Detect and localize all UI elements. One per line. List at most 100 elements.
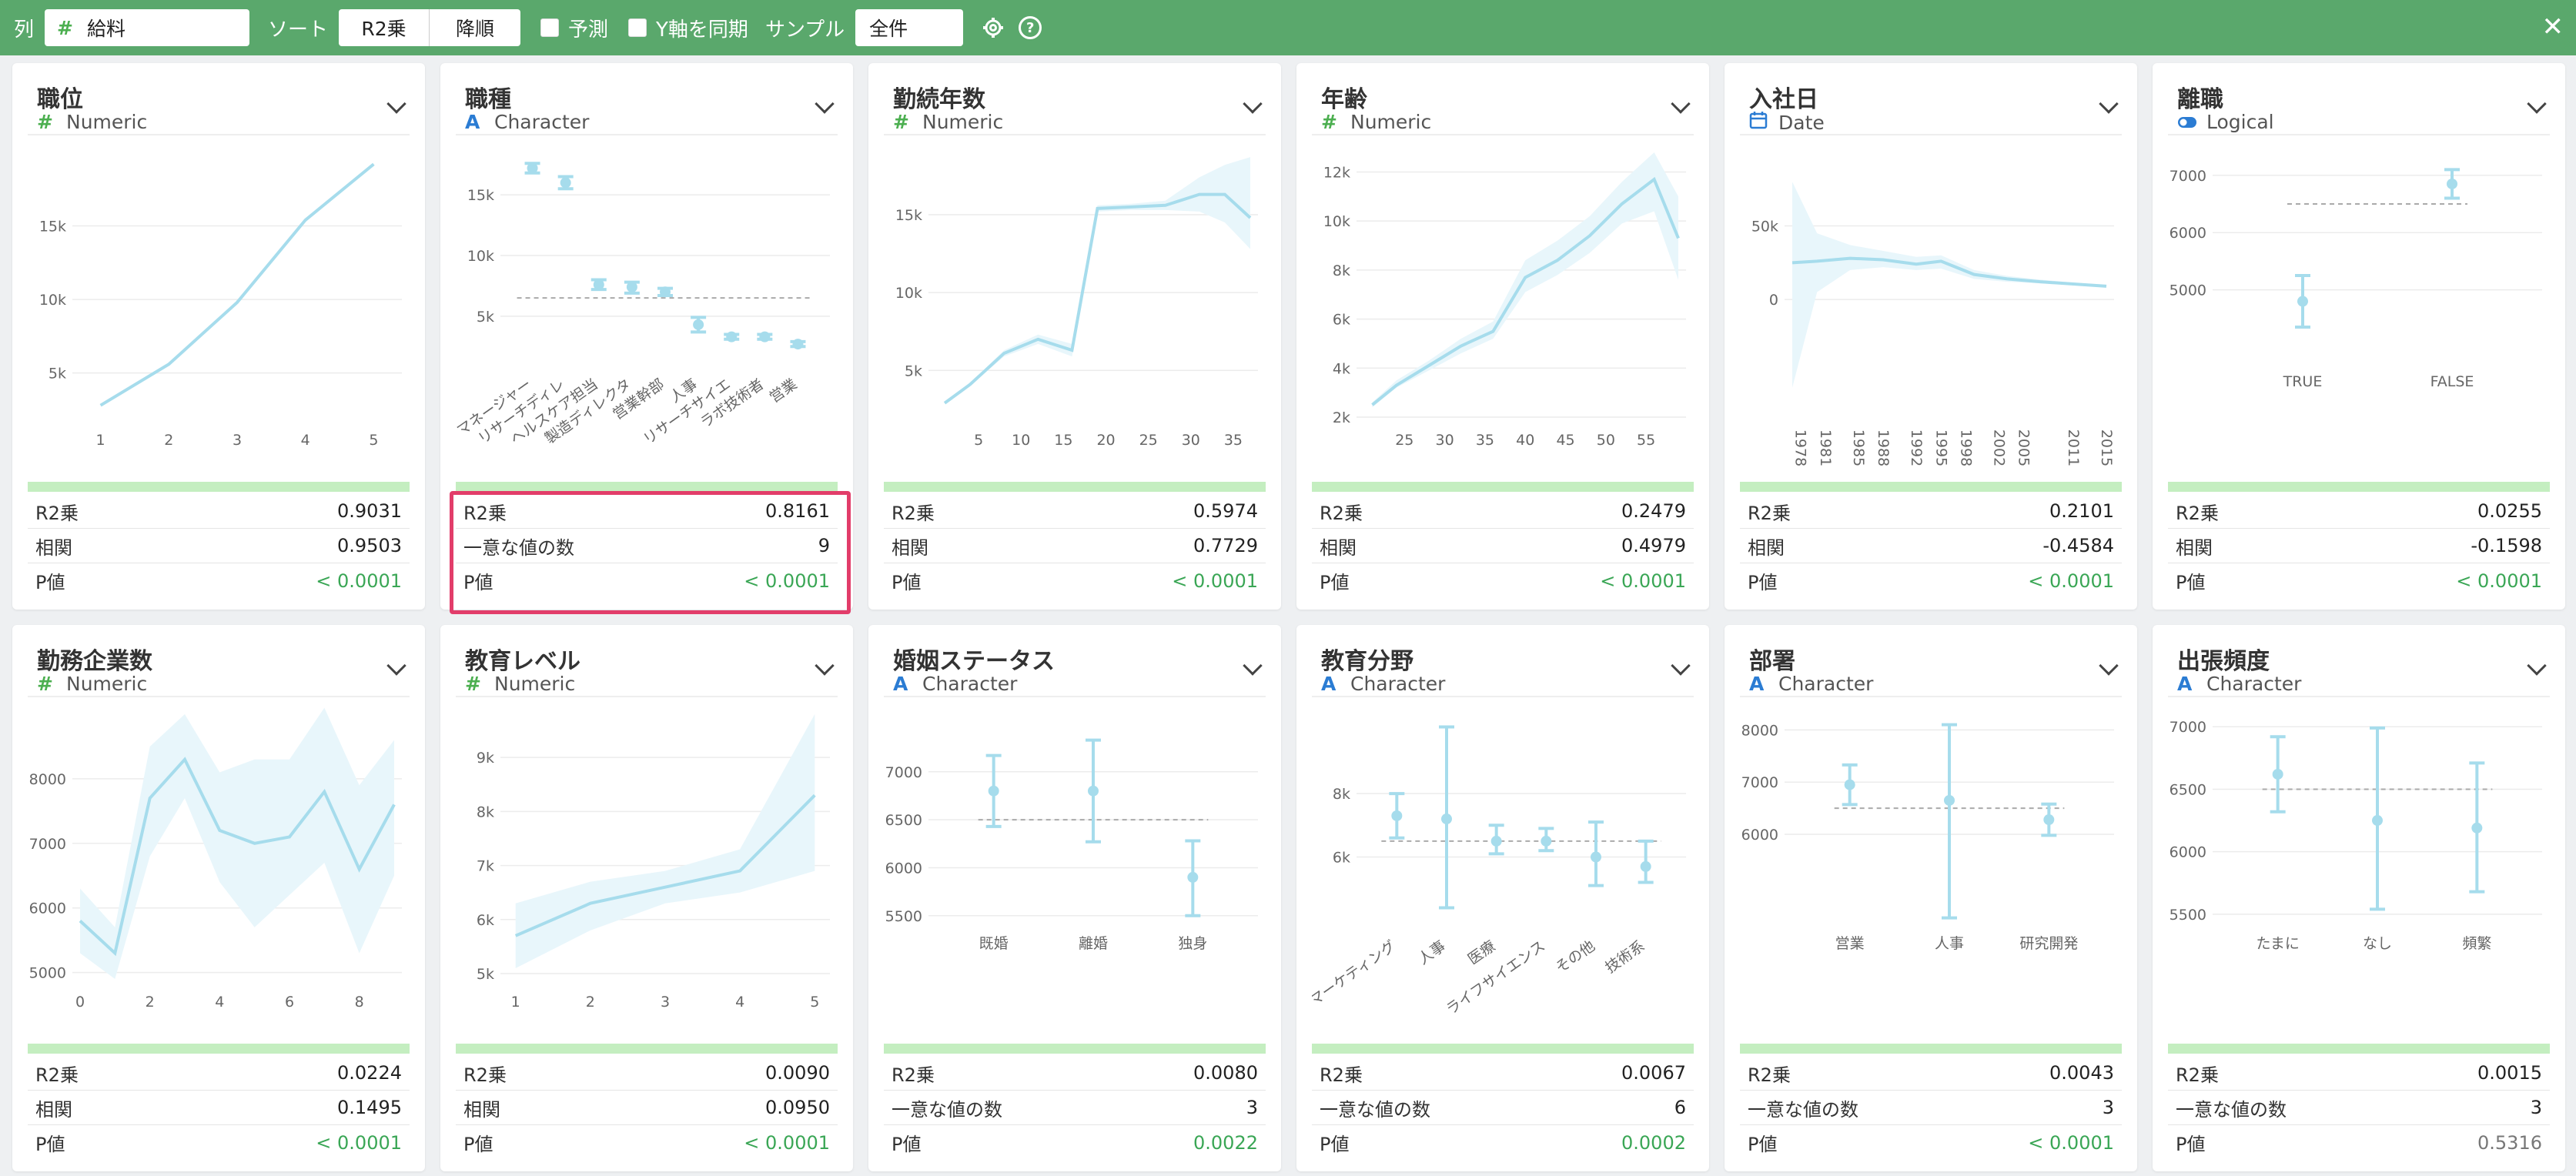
stats-table: R2乗 0.5974 相関 0.7729 P値 < 0.0001 bbox=[884, 494, 1266, 598]
profile-card: 勤続年数 # Numeric 5k 10k 15k 5 10 15 20 25 30 35 R2乗 0.59… bbox=[868, 63, 1281, 610]
chart-svg: 5000 6000 7000 8000 0 2 4 6 8 bbox=[29, 707, 402, 1011]
stat-label: 相関 bbox=[1320, 536, 1357, 559]
chevron-down-icon[interactable] bbox=[1671, 94, 1691, 114]
character-type-icon: A bbox=[1321, 673, 1337, 695]
x-tick-label: 35 bbox=[1224, 432, 1243, 449]
stats-table: R2乗 0.0255 相関 -0.1598 P値 < 0.0001 bbox=[2168, 494, 2550, 598]
close-icon[interactable]: ✕ bbox=[2542, 14, 2564, 40]
column-title: 部署 bbox=[1749, 648, 1795, 675]
r2-bar bbox=[1740, 482, 2122, 492]
x-tick-label: 20 bbox=[1096, 432, 1115, 449]
chart-area: 5000 6000 7000 8000 0 2 4 6 8 bbox=[28, 705, 410, 1028]
stat-row-r2: R2乗 0.2479 bbox=[1312, 494, 1694, 529]
chevron-down-icon[interactable] bbox=[386, 94, 406, 114]
y-tick-label: 6k bbox=[1333, 850, 1350, 867]
sync-y-label: Y軸を同期 bbox=[656, 18, 748, 42]
divider bbox=[884, 134, 1266, 135]
chart-area: 5500 6000 6500 7000 たまに なし 頻繁 bbox=[2168, 705, 2550, 1028]
mean-point bbox=[1187, 871, 1199, 883]
sort-order-button[interactable]: 降順 bbox=[430, 9, 521, 46]
p-value: 0.0002 bbox=[1621, 1131, 1686, 1154]
sample-select-value: 全件 bbox=[869, 18, 908, 40]
chevron-down-icon[interactable] bbox=[386, 656, 406, 676]
chevron-down-icon[interactable] bbox=[2527, 94, 2547, 114]
mean-point bbox=[2447, 178, 2457, 189]
chevron-down-icon[interactable] bbox=[815, 656, 835, 676]
x-tick-label: 4 bbox=[215, 994, 224, 1011]
profile-grid: 職位 # Numeric 5k 10k 15k 1 2 3 4 5 R2乗 0.9031 相関 0.9503… bbox=[0, 55, 2576, 1176]
column-title: 婚姻ステータス bbox=[893, 648, 1055, 675]
p-value: < 0.0001 bbox=[1600, 570, 1686, 592]
y-tick-label: 8k bbox=[1333, 786, 1350, 803]
column-type-label: Numeric bbox=[66, 111, 148, 133]
y-tick-label: 50k bbox=[1751, 219, 1778, 236]
p-value: < 0.0001 bbox=[744, 1131, 830, 1154]
p-value: 0.5316 bbox=[2477, 1131, 2542, 1154]
stats-table: R2乗 0.2101 相関 -0.4584 P値 < 0.0001 bbox=[1740, 494, 2122, 598]
stat-label: 一意な値の数 bbox=[1748, 1098, 1858, 1121]
stat-row-r2: R2乗 0.2101 bbox=[1740, 494, 2122, 529]
x-tick-label: 0 bbox=[75, 994, 85, 1011]
y-tick-label: 15k bbox=[467, 187, 494, 204]
column-type: A Character bbox=[465, 111, 589, 133]
x-tick-label: TRUE bbox=[2283, 373, 2323, 390]
stat-row-p: P値 < 0.0001 bbox=[1740, 563, 2122, 598]
x-tick-label: 2011 bbox=[2065, 429, 2082, 466]
column-select[interactable]: # 給料 bbox=[45, 9, 250, 46]
chart-area: 5000 6000 7000 TRUE FALSE bbox=[2168, 143, 2550, 466]
x-tick-label: 2015 bbox=[2098, 429, 2115, 466]
y-tick-label: 8000 bbox=[1741, 722, 1778, 739]
hash-icon: # bbox=[893, 111, 909, 133]
chevron-down-icon[interactable] bbox=[1243, 656, 1263, 676]
stat-label: 相関 bbox=[892, 536, 928, 559]
stat-label: R2乗 bbox=[463, 502, 507, 524]
x-tick-label: 3 bbox=[233, 432, 242, 449]
y-tick-label: 6k bbox=[477, 912, 494, 929]
stat-label: R2乗 bbox=[1748, 502, 1791, 524]
mean-point bbox=[1391, 810, 1403, 821]
chevron-down-icon[interactable] bbox=[1243, 94, 1263, 114]
chevron-down-icon[interactable] bbox=[2099, 94, 2119, 114]
y-tick-label: 6000 bbox=[2170, 844, 2206, 861]
predict-label: 予測 bbox=[568, 18, 609, 42]
x-tick-label: 2005 bbox=[2016, 429, 2032, 466]
chevron-down-icon[interactable] bbox=[2099, 656, 2119, 676]
x-tick-label: たまに bbox=[2256, 935, 2299, 952]
chevron-down-icon[interactable] bbox=[2527, 656, 2547, 676]
stat-row-second: 相関 0.7729 bbox=[884, 529, 1266, 563]
chevron-down-icon[interactable] bbox=[815, 94, 835, 114]
stat-row-r2: R2乗 0.0067 bbox=[1312, 1056, 1694, 1091]
stat-value: 0.0080 bbox=[1193, 1062, 1258, 1084]
gear-icon[interactable] bbox=[982, 16, 1005, 39]
x-tick-label: 10 bbox=[1012, 432, 1030, 449]
column-type-label: Logical bbox=[2206, 111, 2274, 133]
stat-row-p: P値 0.0022 bbox=[884, 1125, 1266, 1160]
stat-label: R2乗 bbox=[2176, 502, 2219, 524]
stat-row-p: P値 0.5316 bbox=[2168, 1125, 2550, 1160]
predict-checkbox[interactable] bbox=[540, 18, 560, 37]
sort-field-button[interactable]: R2乗 bbox=[339, 9, 430, 46]
mean-point bbox=[693, 319, 704, 330]
x-tick-label: その他 bbox=[1553, 937, 1598, 977]
stat-value: 0.0067 bbox=[1621, 1062, 1686, 1084]
column-title: 勤続年数 bbox=[893, 86, 985, 113]
p-value: < 0.0001 bbox=[316, 570, 402, 592]
sync-y-checkbox[interactable] bbox=[628, 18, 647, 37]
r2-bar bbox=[884, 1044, 1266, 1054]
chart-area: 6k 8k マーケティング 人事 医療 ライフサイエンス その他 技術系 bbox=[1306, 705, 1694, 1028]
sample-select[interactable]: 全件 bbox=[855, 9, 964, 46]
x-tick-label: 独身 bbox=[1178, 935, 1207, 952]
stat-row-r2: R2乗 0.9031 bbox=[28, 494, 410, 529]
x-tick-label: 2 bbox=[586, 994, 595, 1011]
column-type: # Numeric bbox=[893, 111, 1003, 133]
x-tick-label: 55 bbox=[1637, 432, 1655, 449]
character-type-icon: A bbox=[893, 673, 908, 695]
stats-table: R2乗 0.0080 一意な値の数 3 P値 0.0022 bbox=[884, 1056, 1266, 1160]
chevron-down-icon[interactable] bbox=[1671, 656, 1691, 676]
x-tick-label: マーケティング bbox=[1312, 937, 1399, 1009]
stat-row-r2: R2乗 0.8161 bbox=[456, 494, 838, 529]
stat-row-p: P値 < 0.0001 bbox=[456, 563, 838, 598]
y-tick-label: 7k bbox=[477, 858, 494, 875]
stat-row-r2: R2乗 0.0015 bbox=[2168, 1056, 2550, 1091]
help-icon[interactable]: ? bbox=[1019, 16, 1042, 39]
